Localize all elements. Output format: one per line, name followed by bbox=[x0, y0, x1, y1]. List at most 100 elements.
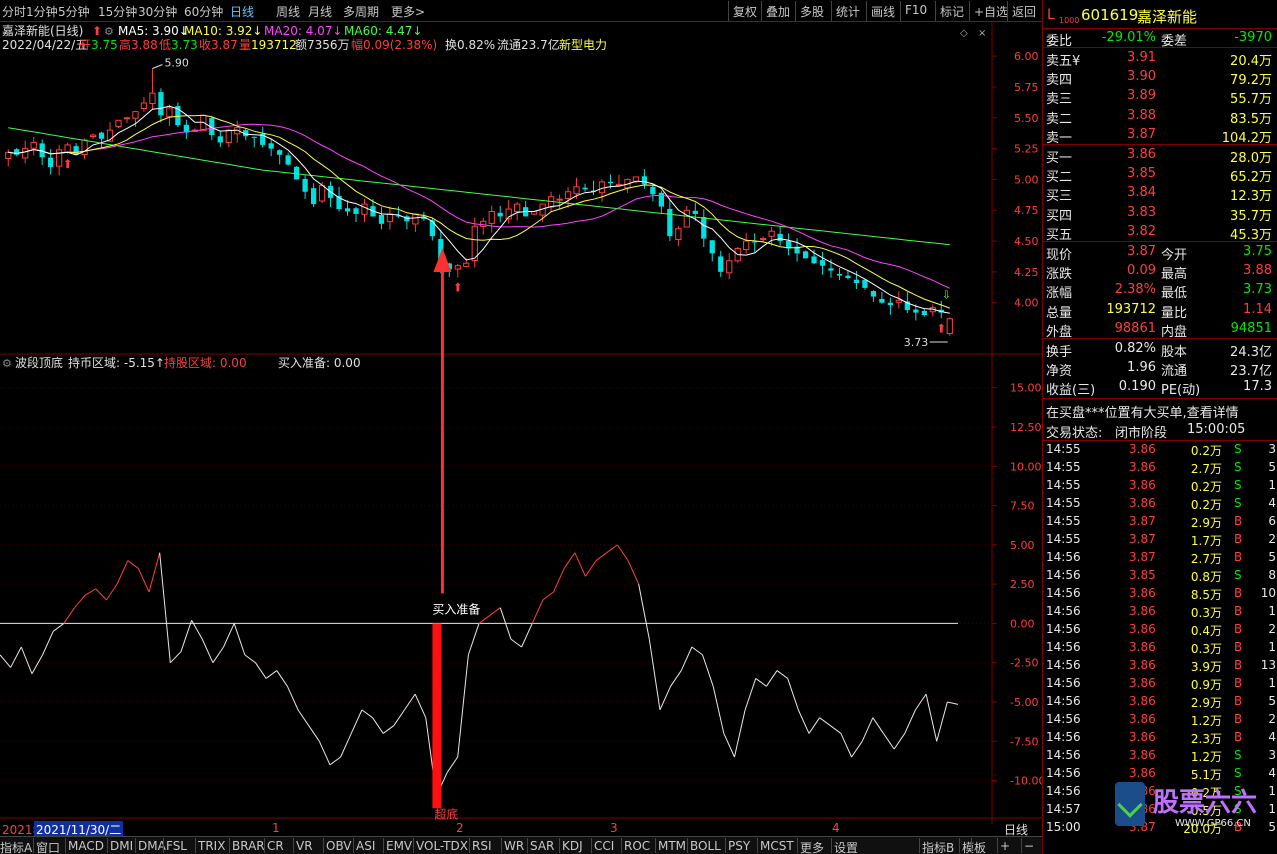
indicator-tab-14[interactable]: RSI bbox=[472, 839, 492, 853]
info-item-11: 额 bbox=[295, 38, 307, 52]
indicator-name: 波段顶底 bbox=[15, 355, 63, 370]
sell-row-1[interactable]: 卖四 3.90 79.2万 bbox=[1043, 68, 1277, 88]
indicator-tab-11[interactable]: ASI bbox=[356, 839, 375, 853]
toolbar-btn-4[interactable]: 画线 bbox=[871, 3, 895, 20]
price-tick: 4.50 bbox=[1014, 235, 1039, 248]
diamond-icon[interactable]: ◇ bbox=[960, 28, 968, 39]
toolbar-btn-1[interactable]: 叠加 bbox=[766, 3, 790, 20]
period-tab-0[interactable]: 分时 bbox=[2, 3, 26, 20]
indicator-tab-19[interactable]: ROC bbox=[624, 839, 650, 853]
candle-body bbox=[836, 273, 843, 276]
indicator-tab-30[interactable]: − bbox=[1024, 839, 1034, 853]
indicator-tab-22[interactable]: PSY bbox=[728, 839, 750, 853]
indicator-tick: 12.50 bbox=[1010, 421, 1042, 434]
kline-chart[interactable]: 嘉泽新能(日线) ⬆ ⚙ MA5: 3.90↓MA10: 3.92↓ MA20: 4.0… bbox=[0, 22, 1045, 824]
indicator-settings-icon[interactable]: ⚙ bbox=[2, 357, 12, 370]
period-tab-7[interactable]: 周线 bbox=[276, 3, 300, 20]
sell-row-2[interactable]: 卖三 3.89 55.7万 bbox=[1043, 87, 1277, 107]
indicator-tab-6[interactable]: TRIX bbox=[198, 839, 225, 853]
toolbar-btn-2[interactable]: 多股 bbox=[800, 3, 824, 20]
buy-row-1[interactable]: 买二 3.85 65.2万 bbox=[1043, 165, 1277, 185]
tick-row-13: 14:56 3.86 0.9万 B 1 bbox=[1046, 676, 1276, 692]
toolbar-btn-5[interactable]: F10 bbox=[905, 3, 927, 17]
stat2-row-1: 净资 1.96 流通 23.7亿 bbox=[1046, 360, 1272, 380]
candle-body bbox=[598, 181, 606, 194]
close-icon[interactable]: × bbox=[978, 28, 986, 39]
trade-status-row: 交易状态: 闭市阶段 15:00:05 bbox=[1043, 421, 1277, 441]
candle-body bbox=[946, 318, 953, 335]
period-tab-3[interactable]: 15分钟 bbox=[98, 3, 137, 20]
sell-row-4[interactable]: 卖一 3.87 104.2万 bbox=[1043, 126, 1277, 146]
indicator-tab-16[interactable]: SAR bbox=[530, 839, 554, 853]
indicator-tab-17[interactable]: KDJ bbox=[562, 839, 583, 853]
period-tab-8[interactable]: 月线 bbox=[308, 3, 332, 20]
period-tab-4[interactable]: 30分钟 bbox=[138, 3, 177, 20]
indicator-tab-3[interactable]: DMI bbox=[110, 839, 133, 853]
ma-settings-icon[interactable]: ⚙ bbox=[104, 25, 114, 38]
tick-row-9: 14:56 3.86 0.3万 B 1 bbox=[1046, 604, 1276, 620]
buy-signal-icon: ⬆ bbox=[453, 281, 463, 295]
period-tab-9[interactable]: 多周期 bbox=[343, 3, 379, 20]
period-tab-2[interactable]: 5分钟 bbox=[58, 3, 90, 20]
indicator-tab-28[interactable]: 板 bbox=[974, 839, 986, 854]
buy-row-3[interactable]: 买四 3.83 35.7万 bbox=[1043, 204, 1277, 224]
big-arrow-head bbox=[433, 248, 452, 272]
indicator-tab-15[interactable]: WR bbox=[504, 839, 524, 853]
toolbar-btn-8[interactable]: 返回 bbox=[1012, 3, 1036, 20]
info-item-13: 幅 bbox=[351, 37, 363, 52]
indicator-tab-0[interactable]: 指标A bbox=[0, 839, 32, 854]
indicator-tab-10[interactable]: OBV bbox=[326, 839, 352, 853]
indicator-tab-12[interactable]: EMV bbox=[386, 839, 412, 853]
buy-row-0[interactable]: 买一 3.86 28.0万 bbox=[1043, 146, 1277, 166]
indicator-tab-9[interactable]: VR bbox=[296, 839, 313, 853]
info-item-6: 3.73 bbox=[171, 38, 198, 52]
tick-row-2: 14:55 3.86 0.2万 S 1 bbox=[1046, 478, 1276, 494]
indicator-line bbox=[0, 544, 959, 797]
info-item-10: 193712 bbox=[251, 38, 297, 52]
buy-row-2[interactable]: 买三 3.84 12.3万 bbox=[1043, 184, 1277, 204]
period-tab-10[interactable]: 更多> bbox=[391, 3, 425, 20]
indicator-tab-27[interactable]: 模 bbox=[962, 839, 974, 854]
period-tab-5[interactable]: 60分钟 bbox=[184, 3, 223, 20]
candle-body bbox=[870, 291, 877, 297]
indicator-tab-5[interactable]: FSL bbox=[166, 839, 187, 853]
buy-row-4[interactable]: 买五 3.82 45.3万 bbox=[1043, 223, 1277, 243]
indicator-tab-2[interactable]: MACD bbox=[68, 839, 104, 853]
sell-row-3[interactable]: 卖二 3.88 83.5万 bbox=[1043, 107, 1277, 127]
tick-row-7: 14:56 3.85 0.8万 S 8 bbox=[1046, 568, 1276, 584]
list-prefix[interactable]: L bbox=[1047, 7, 1055, 23]
period-tab-1[interactable]: 1分钟 bbox=[26, 3, 58, 20]
indicator-tab-23[interactable]: MCST bbox=[760, 839, 794, 853]
indicator-tab-29[interactable]: + bbox=[1000, 839, 1010, 853]
candle-body bbox=[853, 279, 860, 283]
indicator-tab-25[interactable]: 设置 bbox=[834, 839, 858, 854]
indicator-tab-21[interactable]: BOLL bbox=[690, 839, 721, 853]
indicator-tab-13[interactable]: VOL-TDX bbox=[416, 839, 468, 853]
ma20-line bbox=[8, 123, 951, 289]
candle-body bbox=[285, 155, 291, 165]
indicator-tab-20[interactable]: MTM bbox=[658, 839, 686, 853]
indicator-legend-0: 持币区域: -5.15↑ bbox=[68, 355, 165, 370]
period-tab-6[interactable]: 日线 bbox=[230, 3, 254, 20]
toolbar-btn-3[interactable]: 统计 bbox=[836, 3, 860, 20]
stat-row-1: 涨跌 0.09 最高 3.88 bbox=[1046, 263, 1272, 283]
indicator-tab-4[interactable]: DMA bbox=[138, 839, 166, 853]
indicator-tab-7[interactable]: BRAR bbox=[232, 839, 265, 853]
indicator-tick: -7.50 bbox=[1010, 735, 1038, 748]
indicator-tab-24[interactable]: 更多 bbox=[800, 839, 824, 854]
indicator-tab-26[interactable]: 指标B bbox=[922, 839, 954, 854]
sell-row-0[interactable]: 卖五¥ 3.91 20.4万 bbox=[1043, 49, 1277, 69]
toolbar-btn-7[interactable]: +自选 bbox=[974, 3, 1008, 20]
toolbar-btn-0[interactable]: 复权 bbox=[733, 3, 757, 20]
stock-code: 601619 bbox=[1081, 6, 1139, 24]
candle-body bbox=[895, 299, 902, 303]
price-tick: 4.25 bbox=[1014, 266, 1039, 279]
toolbar-btn-6[interactable]: 标记 bbox=[940, 3, 964, 20]
info-item-17: 新型电力 bbox=[559, 37, 607, 52]
candle-body bbox=[268, 143, 274, 149]
indicator-tab-1[interactable]: 窗口 bbox=[36, 839, 60, 854]
indicator-tab-8[interactable]: CR bbox=[267, 839, 284, 853]
candle-body bbox=[514, 203, 521, 212]
big-order-notice[interactable]: 在买盘***位置有大买单,查看详情 bbox=[1043, 401, 1277, 421]
indicator-tab-18[interactable]: CCI bbox=[594, 839, 614, 853]
